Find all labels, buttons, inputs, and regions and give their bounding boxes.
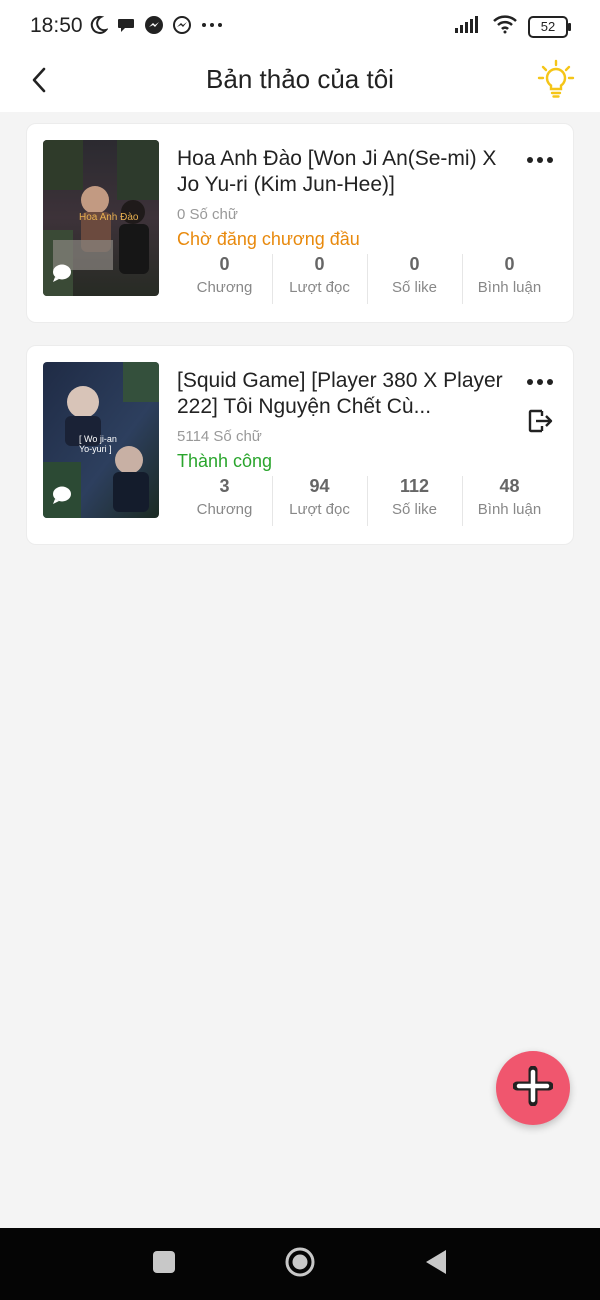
back-triangle-icon [424, 1249, 448, 1280]
stat-chapters: 0 Chương [177, 252, 272, 304]
signal-icon [454, 14, 482, 39]
wifi-icon [492, 14, 518, 39]
more-dots-icon [200, 15, 224, 40]
comment-bubble-icon [51, 263, 73, 288]
stat-label: Lượt đọc [289, 279, 350, 296]
add-draft-button[interactable] [496, 1051, 570, 1125]
comment-bubble-icon [51, 485, 73, 510]
stat-label: Lượt đọc [289, 501, 350, 518]
draft-status: Thành công [177, 451, 273, 471]
more-dots-icon [526, 151, 554, 169]
recent-apps-icon [152, 1250, 176, 1279]
draft-title[interactable]: [Squid Game] [Player 380 X Player 222] T… [177, 368, 507, 420]
app-header: Bản thảo của tôi [0, 52, 600, 112]
stat-label: Bình luận [477, 501, 542, 518]
stat-label: Số like [391, 279, 438, 296]
export-button[interactable] [523, 406, 557, 440]
stat-value: 0 [219, 254, 230, 274]
stat-value: 112 [399, 476, 430, 496]
chat-bubble-icon [116, 15, 136, 40]
moon-icon [88, 15, 109, 40]
system-nav-bar [0, 1228, 600, 1300]
book-cover[interactable]: Hoa Anh Đào [43, 140, 159, 296]
stat-label: Chương [196, 279, 253, 296]
page-title: Bản thảo của tôi [206, 64, 394, 94]
stat-comments: 48 Bình luận [462, 474, 557, 526]
home-button[interactable] [280, 1246, 320, 1282]
stat-value: 3 [219, 476, 230, 496]
draft-status: Chờ đăng chương đầu [177, 229, 360, 249]
stat-label: Chương [196, 501, 253, 518]
stat-likes: 0 Số like [367, 252, 462, 304]
draft-card[interactable]: Hoa Anh Đào Hoa Anh Đào [Won Ji An(Se-mi… [26, 123, 574, 323]
draft-info: [Squid Game] [Player 380 X Player 222] T… [177, 368, 507, 472]
lightbulb-icon [537, 59, 575, 104]
more-options-button[interactable] [523, 370, 557, 394]
stat-label: Số like [391, 501, 438, 518]
stat-reads: 0 Lượt đọc [272, 252, 367, 304]
home-icon [284, 1246, 316, 1283]
stat-value: 0 [314, 254, 325, 274]
tip-button[interactable] [534, 56, 578, 106]
messenger-outline-icon [172, 15, 192, 40]
cover-title-text: Hoa Anh Đào [79, 212, 139, 223]
export-icon [526, 407, 554, 440]
draft-stats: 0 Chương 0 Lượt đọc 0 Số like 0 Bình luậ… [177, 252, 557, 304]
stat-chapters: 3 Chương [177, 474, 272, 526]
draft-stats: 3 Chương 94 Lượt đọc 112 Số like 48 Bình… [177, 474, 557, 526]
word-count: 0 Số chữ [177, 206, 238, 223]
recent-apps-button[interactable] [144, 1246, 184, 1282]
status-left-icons [88, 15, 224, 40]
draft-title[interactable]: Hoa Anh Đào [Won Ji An(Se-mi) X Jo Yu-ri… [177, 146, 507, 198]
stat-value: 94 [309, 476, 330, 496]
status-right-icons: 52 [454, 14, 571, 39]
stat-value: 48 [499, 476, 520, 496]
battery-icon: 52 [528, 15, 571, 38]
stat-comments: 0 Bình luận [462, 252, 557, 304]
draft-card[interactable]: [ Wo ji-an Yo-yuri ] [Squid Game] [Playe… [26, 345, 574, 545]
word-count: 5114 Số chữ [177, 428, 262, 445]
stat-reads: 94 Lượt đọc [272, 474, 367, 526]
cover-title-text: [ Wo ji-an Yo-yuri ] [79, 434, 117, 454]
stat-label: Bình luận [477, 279, 542, 296]
messenger-icon [144, 15, 164, 40]
stat-value: 0 [409, 254, 420, 274]
status-time: 18:50 [30, 14, 83, 37]
more-options-button[interactable] [523, 148, 557, 172]
draft-info: Hoa Anh Đào [Won Ji An(Se-mi) X Jo Yu-ri… [177, 146, 507, 250]
stat-value: 0 [504, 254, 515, 274]
stat-likes: 112 Số like [367, 474, 462, 526]
system-back-button[interactable] [416, 1246, 456, 1282]
plus-icon [512, 1065, 554, 1111]
more-dots-icon [526, 373, 554, 391]
status-bar: 18:50 52 [0, 0, 600, 52]
book-cover[interactable]: [ Wo ji-an Yo-yuri ] [43, 362, 159, 518]
